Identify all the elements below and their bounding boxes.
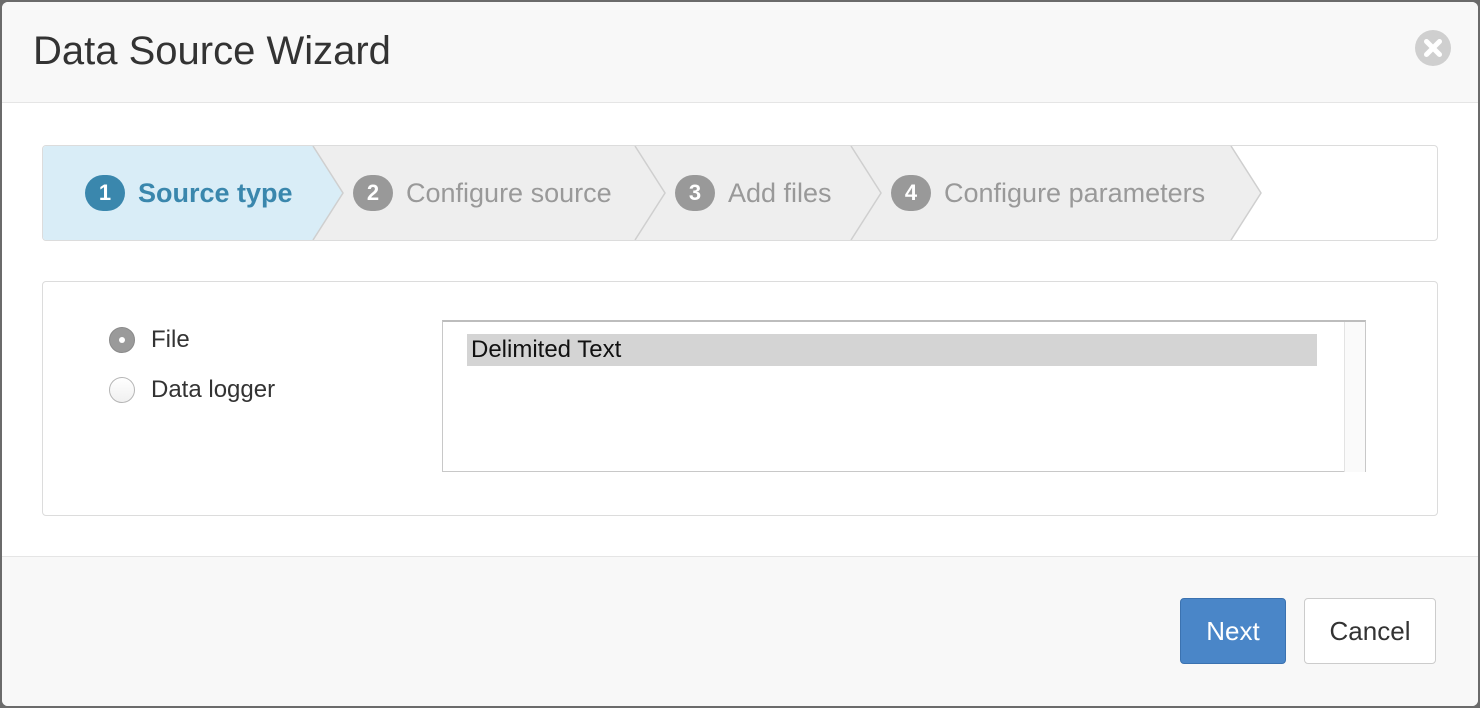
radio-label: File (151, 326, 190, 353)
file-radio[interactable] (109, 327, 135, 353)
step-label: Source type (138, 177, 293, 208)
list-item[interactable]: Delimited Text (467, 334, 1317, 366)
wizard-step-configure-parameters[interactable]: 4 Configure parameters (891, 146, 1205, 240)
wizard-step-configure-source[interactable]: 2 Configure source (353, 146, 612, 240)
data-source-wizard-dialog: Data Source Wizard 1 Source type 2 Confi… (2, 2, 1478, 706)
dialog-header: Data Source Wizard (2, 2, 1478, 103)
next-button[interactable]: Next (1180, 598, 1286, 664)
close-circle-icon (1424, 39, 1442, 57)
radio-option-file[interactable]: File (109, 326, 190, 354)
radio-option-data-logger[interactable]: Data logger (109, 376, 275, 404)
dialog-title: Data Source Wizard (33, 29, 391, 73)
step-label: Configure source (406, 177, 612, 208)
radio-label: Data logger (151, 376, 276, 403)
source-type-panel: File Data logger Delimited Text (42, 281, 1438, 516)
wizard-steps: 1 Source type 2 Configure source 3 Add f… (42, 145, 1438, 241)
step-number-badge: 2 (353, 175, 393, 211)
step-label: Add files (728, 177, 832, 208)
wizard-step-add-files[interactable]: 3 Add files (675, 146, 832, 240)
dialog-footer: Next Cancel (2, 556, 1478, 706)
file-type-listbox[interactable]: Delimited Text (442, 320, 1366, 472)
step-number-badge: 4 (891, 175, 931, 211)
step-number-badge: 3 (675, 175, 715, 211)
data-logger-radio[interactable] (109, 377, 135, 403)
cancel-button[interactable]: Cancel (1304, 598, 1436, 664)
close-button[interactable] (1415, 30, 1451, 66)
listbox-scrollbar[interactable] (1344, 322, 1365, 472)
step-label: Configure parameters (944, 177, 1206, 208)
wizard-step-source-type[interactable]: 1 Source type (85, 146, 293, 240)
step-number-badge: 1 (85, 175, 125, 211)
